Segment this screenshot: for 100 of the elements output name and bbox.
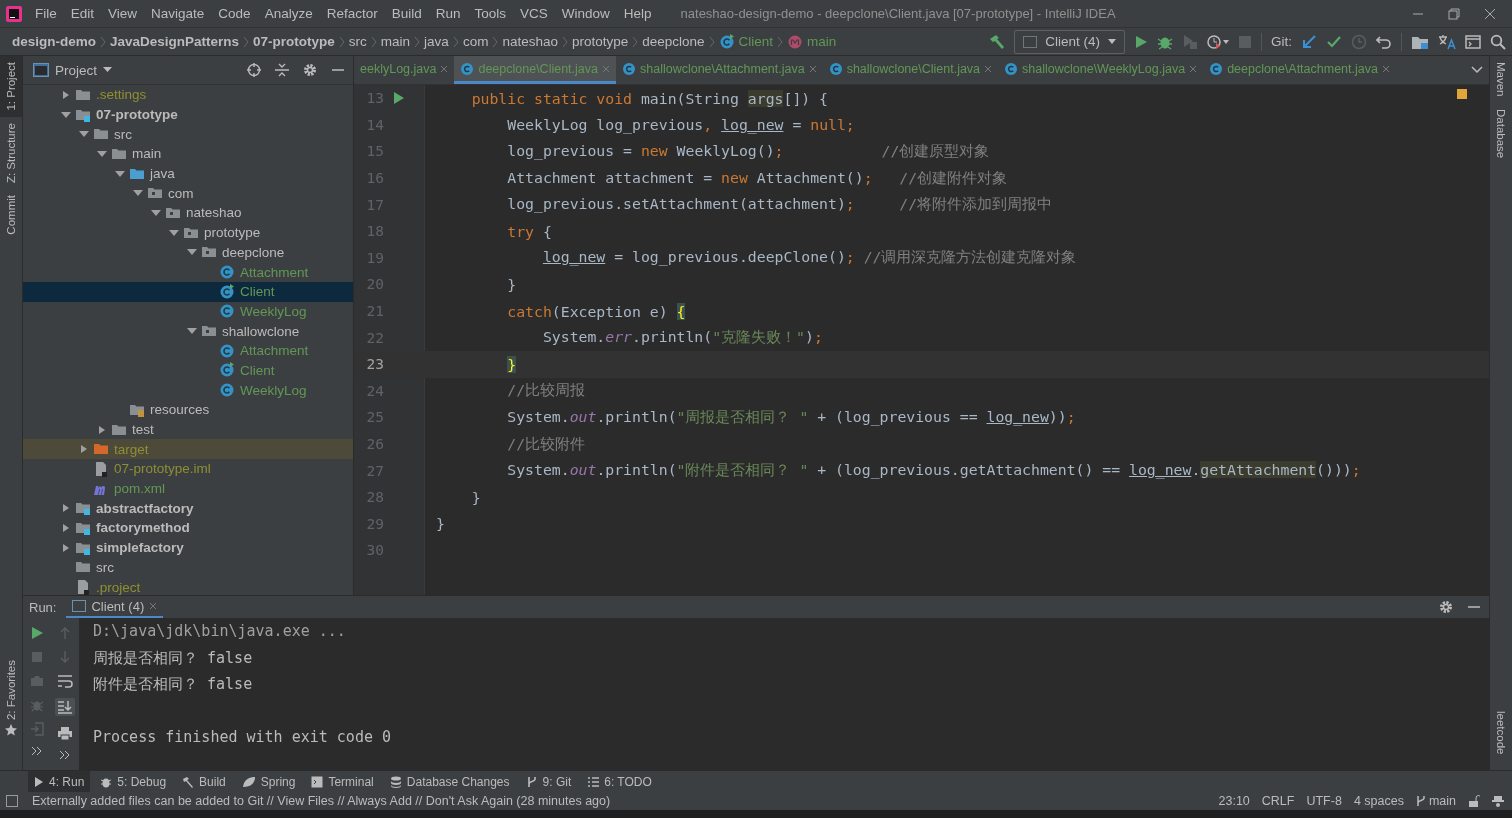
breadcrumb-item[interactable]: nateshao: [500, 34, 560, 49]
tree-label[interactable]: shallowclone: [222, 323, 300, 339]
menu-item[interactable]: VCS: [513, 6, 555, 21]
tree-label[interactable]: test: [132, 422, 154, 438]
tree-row[interactable]: main: [23, 144, 353, 164]
breadcrumb-item[interactable]: prototype: [569, 34, 631, 49]
editor-tab[interactable]: deepclone\Attachment.java: [1203, 56, 1396, 84]
editor-tab[interactable]: eeklyLog.java: [354, 56, 455, 84]
tool-window-tab[interactable]: 6: TODO: [581, 771, 658, 792]
breadcrumb-item[interactable]: design-demo: [10, 34, 98, 49]
tool-window-button[interactable]: Database: [1490, 102, 1512, 164]
tree-label[interactable]: WeeklyLog: [240, 382, 307, 398]
breadcrumb-item[interactable]: Client: [716, 33, 776, 50]
editor-tab[interactable]: shallowclone\Attachment.java: [616, 56, 823, 84]
indent-setting[interactable]: 4 spaces: [1353, 794, 1404, 808]
breadcrumb-item[interactable]: JavaDesignPatterns: [108, 34, 242, 49]
tool-window-tab[interactable]: Terminal: [305, 771, 380, 792]
menu-item[interactable]: Refactor: [319, 6, 385, 21]
tree-row[interactable]: Client: [23, 281, 353, 302]
tree-label[interactable]: WeeklyLog: [240, 303, 307, 319]
tool-window-tab[interactable]: 5: Debug: [94, 771, 173, 792]
tree-label[interactable]: deepclone: [222, 244, 285, 260]
tool-window-tab[interactable]: Build: [176, 771, 232, 792]
menu-item[interactable]: Analyze: [257, 6, 320, 21]
tool-window-button[interactable]: Z: Structure: [0, 116, 22, 189]
menu-item[interactable]: View: [101, 6, 145, 21]
tool-window-tab[interactable]: Database Changes: [383, 771, 516, 792]
tree-row[interactable]: nateshao: [23, 203, 353, 223]
tree-label[interactable]: abstractfactory: [96, 500, 194, 516]
tree-label[interactable]: prototype: [204, 225, 261, 241]
caret-position[interactable]: 23:10: [1218, 794, 1250, 808]
tree-label[interactable]: src: [114, 126, 132, 142]
tool-window-button[interactable]: Commit: [0, 188, 22, 241]
tree-row[interactable]: java: [23, 163, 353, 184]
tree-row[interactable]: WeeklyLog: [23, 380, 353, 400]
tree-row[interactable]: src: [23, 124, 353, 145]
menu-item[interactable]: Help: [616, 6, 659, 21]
menu-item[interactable]: Build: [384, 6, 429, 21]
breadcrumb-item[interactable]: deepclone: [640, 34, 707, 49]
tree-label[interactable]: .project: [96, 579, 141, 595]
tree-row[interactable]: .project: [23, 577, 353, 595]
menu-item[interactable]: Navigate: [144, 6, 212, 21]
tree-label[interactable]: Client: [240, 284, 275, 300]
breadcrumb-item[interactable]: com: [460, 34, 491, 49]
tree-label[interactable]: java: [150, 166, 175, 182]
tree-label[interactable]: resources: [150, 402, 210, 418]
tool-window-tab[interactable]: 4: Run: [28, 771, 91, 792]
line-separator[interactable]: CRLF: [1261, 794, 1295, 808]
tree-row[interactable]: 07-prototype.iml: [23, 459, 353, 479]
tree-row[interactable]: Attachment: [23, 340, 353, 361]
tree-label[interactable]: src: [96, 559, 114, 575]
tool-window-tab[interactable]: 9: Git: [519, 771, 578, 792]
tree-row[interactable]: 07-prototype: [23, 104, 353, 125]
project-view-dropdown[interactable]: Project: [33, 62, 113, 78]
file-encoding[interactable]: UTF-8: [1306, 794, 1342, 808]
tree-row[interactable]: simplefactory: [23, 537, 353, 558]
menu-item[interactable]: Code: [211, 6, 258, 21]
tree-label[interactable]: 07-prototype: [96, 107, 178, 123]
tree-row[interactable]: Attachment: [23, 262, 353, 282]
tree-label[interactable]: nateshao: [186, 205, 242, 221]
menu-item[interactable]: Run: [428, 6, 468, 21]
menu-item[interactable]: Tools: [467, 6, 513, 21]
breadcrumb-item[interactable]: java: [422, 34, 451, 49]
tree-row[interactable]: test: [23, 419, 353, 440]
tree-row[interactable]: pom.xml: [23, 478, 353, 499]
tree-row[interactable]: resources: [23, 400, 353, 420]
tool-window-button[interactable]: 1: Project: [0, 56, 22, 117]
tree-row[interactable]: com: [23, 183, 353, 204]
tree-label[interactable]: Client: [240, 362, 275, 378]
breadcrumb-item[interactable]: main: [378, 34, 413, 49]
tool-window-button[interactable]: leetcode: [1490, 704, 1512, 760]
git-branch[interactable]: main: [1415, 794, 1456, 808]
tree-row[interactable]: shallowclone: [23, 321, 353, 341]
breadcrumb-item[interactable]: main: [785, 33, 839, 50]
editor-tab[interactable]: shallowclone\WeeklyLog.java: [998, 56, 1204, 84]
tree-label[interactable]: 07-prototype.iml: [114, 461, 211, 477]
tree-row[interactable]: abstractfactory: [23, 498, 353, 519]
tree-row[interactable]: prototype: [23, 222, 353, 243]
menu-item[interactable]: Edit: [63, 6, 102, 21]
run-config-dropdown[interactable]: Client (4): [1014, 29, 1125, 54]
tool-window-tab[interactable]: Spring: [235, 771, 302, 792]
tree-label[interactable]: pom.xml: [114, 481, 165, 497]
menu-item[interactable]: Window: [554, 6, 617, 21]
tool-window-button[interactable]: Maven: [1490, 56, 1512, 103]
tree-label[interactable]: factorymethod: [96, 520, 190, 536]
tree-label[interactable]: .settings: [96, 87, 147, 103]
breadcrumb-item[interactable]: src: [346, 34, 369, 49]
tree-label[interactable]: Attachment: [240, 343, 309, 359]
tree-label[interactable]: simplefactory: [96, 540, 184, 556]
menu-item[interactable]: File: [28, 6, 64, 21]
editor-tab[interactable]: shallowclone\Client.java: [822, 56, 999, 84]
tree-label[interactable]: com: [168, 185, 194, 201]
tree-label[interactable]: main: [132, 146, 162, 162]
tree-row[interactable]: deepclone: [23, 242, 353, 263]
tree-label[interactable]: Attachment: [240, 264, 309, 280]
tree-row[interactable]: .settings: [23, 85, 353, 105]
tool-window-button[interactable]: 2: Favorites: [0, 653, 22, 742]
tree-row[interactable]: src: [23, 557, 353, 578]
tree-row[interactable]: WeeklyLog: [23, 301, 353, 322]
tree-row[interactable]: factorymethod: [23, 518, 353, 538]
